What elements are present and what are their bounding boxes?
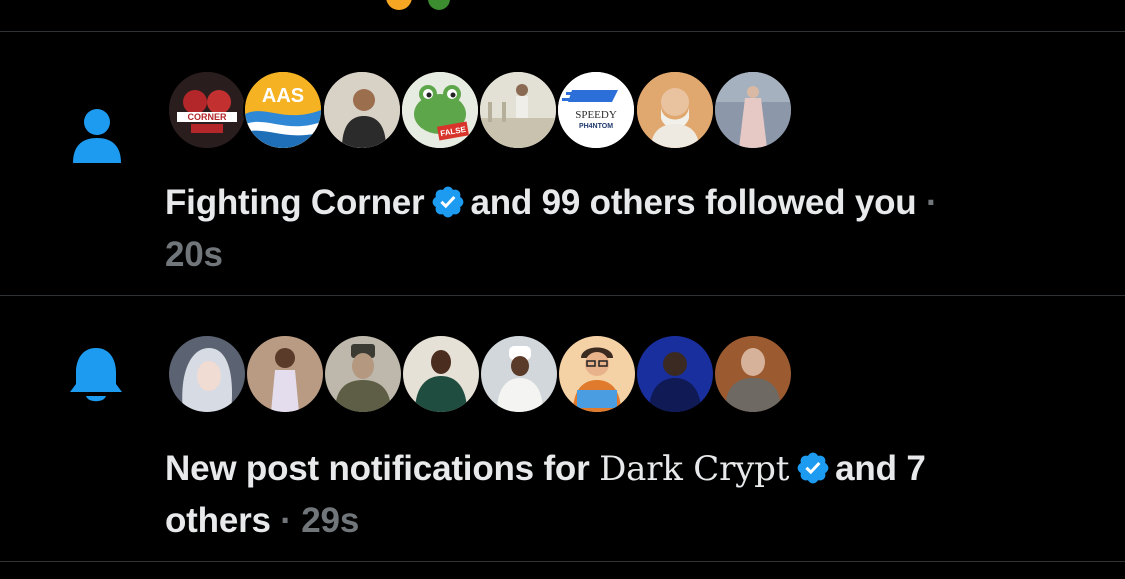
- avatar-speedy-phantom[interactable]: SPEEDY PH4NTOM: [556, 70, 636, 150]
- notification-post-subscriptions[interactable]: New post notifications for Dark Crypt and…: [0, 296, 1125, 561]
- timestamp: 29s: [301, 501, 360, 540]
- svg-text:CORNER: CORNER: [187, 112, 227, 122]
- notification-body: New post notifications for: [165, 449, 590, 488]
- svg-text:SPEEDY: SPEEDY: [575, 109, 617, 121]
- notification-text: New post notifications for Dark Crypt and…: [165, 443, 1065, 547]
- avatar-painting-woman[interactable]: [713, 70, 793, 150]
- avatar-aas[interactable]: AAS: [243, 70, 323, 150]
- bell-icon: [68, 346, 124, 404]
- avatar-old-man-painting[interactable]: [635, 70, 715, 150]
- avatar-fighting-corner[interactable]: CORNER: [167, 70, 247, 150]
- previous-notification-fragment: [0, 0, 1125, 31]
- emoji-fragment: [428, 0, 450, 10]
- notification-follow[interactable]: CORNER AAS FALSE SPEEDY PH4NTOM Fighting…: [0, 32, 1125, 295]
- notification-body: and 99 others followed you: [470, 183, 917, 222]
- svg-text:PH4NTOM: PH4NTOM: [579, 123, 613, 130]
- verified-badge-icon: [797, 452, 829, 484]
- account-name[interactable]: Dark Crypt: [599, 449, 789, 489]
- emoji-fragment: [386, 0, 412, 10]
- avatar-man-green-suit[interactable]: [401, 334, 481, 414]
- notification-text: Fighting Corner and 99 others followed yo…: [165, 177, 1065, 281]
- avatar-woman-dress[interactable]: [245, 334, 325, 414]
- avatar-man-suit[interactable]: [322, 70, 402, 150]
- notification-body: and 7: [835, 449, 926, 488]
- separator-dot: ·: [925, 183, 938, 222]
- actor-name[interactable]: Fighting Corner: [165, 183, 425, 222]
- verified-badge-icon: [433, 186, 464, 218]
- avatar-room-figure[interactable]: [478, 70, 558, 150]
- notification-body: others: [165, 501, 271, 540]
- avatar-frog-false[interactable]: FALSE: [400, 70, 480, 150]
- avatar-anime-silver-hair[interactable]: [167, 334, 247, 414]
- avatar-white-hat-man[interactable]: [479, 334, 559, 414]
- avatar-military-portrait[interactable]: [323, 334, 403, 414]
- timestamp: 20s: [165, 235, 223, 274]
- person-icon: [72, 108, 122, 166]
- separator-dot: ·: [280, 501, 292, 540]
- svg-text:AAS: AAS: [262, 85, 304, 107]
- avatar-cartoon-laptop[interactable]: [557, 334, 637, 414]
- avatar-blue-light-man[interactable]: [635, 334, 715, 414]
- notifications-page: CORNER AAS FALSE SPEEDY PH4NTOM Fighting…: [0, 0, 1125, 579]
- divider: [0, 561, 1125, 562]
- avatar-bald-man-suit[interactable]: [713, 334, 793, 414]
